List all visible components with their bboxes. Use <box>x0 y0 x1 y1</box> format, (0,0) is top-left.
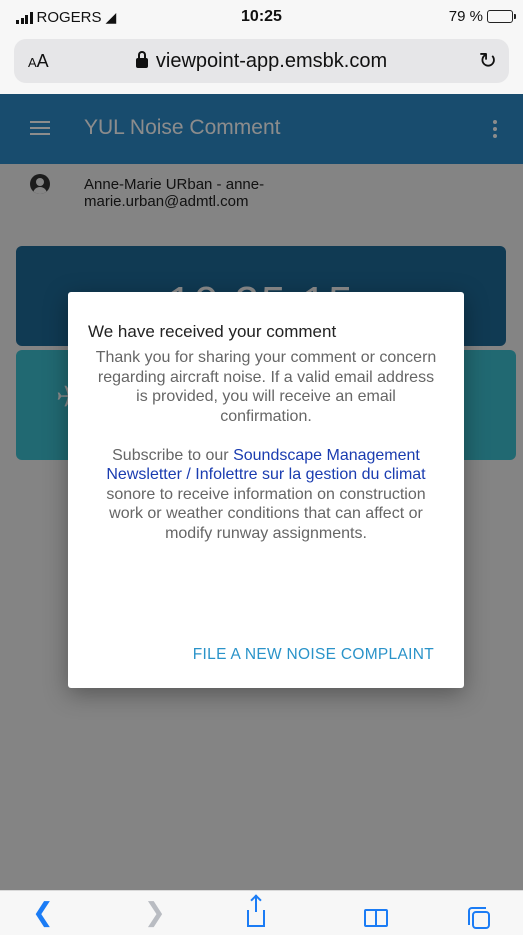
confirmation-dialog: We have received your comment Thank you … <box>68 292 464 688</box>
browser-toolbar: ❮ ❯ <box>0 890 523 935</box>
url-display[interactable]: viewpoint-app.emsbk.com <box>14 50 509 73</box>
share-icon[interactable] <box>247 896 265 928</box>
url-text: viewpoint-app.emsbk.com <box>155 50 388 72</box>
status-bar: ROGERS ◢ 10:25 79 % <box>0 0 523 34</box>
address-bar[interactable]: AA viewpoint-app.emsbk.com ↻ <box>14 39 509 83</box>
app-content: YUL Noise Comment Anne-Marie URban - ann… <box>0 94 523 890</box>
file-new-complaint-button[interactable]: FILE A NEW NOISE COMPLAINT <box>193 646 434 664</box>
back-icon[interactable]: ❮ <box>32 897 54 928</box>
dialog-title: We have received your comment <box>88 322 337 341</box>
tabs-icon[interactable] <box>468 897 490 929</box>
battery-icon <box>487 10 516 23</box>
dialog-body: Thank you for sharing your comment or co… <box>92 348 440 543</box>
dialog-subscribe-text: Subscribe to our Soundscape Management N… <box>92 446 440 544</box>
bookmarks-icon[interactable] <box>364 897 388 928</box>
subscribe-suffix: sonore to receive information on constru… <box>106 485 426 542</box>
status-time: 10:25 <box>241 8 282 25</box>
subscribe-prefix: Subscribe to our <box>112 446 234 464</box>
dialog-message: Thank you for sharing your comment or co… <box>95 349 437 425</box>
forward-icon[interactable]: ❯ <box>144 897 166 928</box>
reload-icon[interactable]: ↻ <box>479 48 497 74</box>
battery-group: 79 % <box>448 8 516 25</box>
battery-percent: 79 % <box>448 8 483 25</box>
lock-icon <box>135 51 148 68</box>
browser-address-area: AA viewpoint-app.emsbk.com ↻ <box>0 34 523 94</box>
